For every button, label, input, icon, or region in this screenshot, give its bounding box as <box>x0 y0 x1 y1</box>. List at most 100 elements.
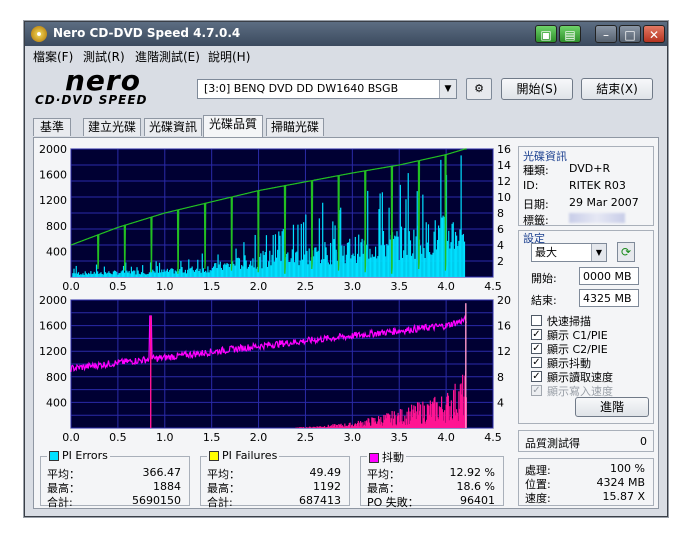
jitter-box: 抖動 平均： 12.92 % 最高： 18.6 % PO 失敗： 96401 <box>360 449 504 509</box>
plot-0-x-tick: 4.5 <box>484 280 502 293</box>
plot-1-y-right-tick: 20 <box>497 294 511 307</box>
show-jitter-checkbox[interactable]: ✓ <box>531 357 542 368</box>
position-value: 4324 MB <box>596 476 645 489</box>
tab-create-disc[interactable]: 建立光碟 <box>83 118 141 136</box>
speed-select-value: 最大 <box>535 246 557 259</box>
end-input[interactable]: 4325 MB <box>579 289 639 307</box>
drive-select[interactable]: [3:0] BENQ DVD DD DW1640 BSGB ▼ <box>197 79 457 99</box>
plot-1-y-right-tick: 12 <box>497 345 511 358</box>
logo-tagline: CD·DVD SPEED <box>35 93 148 107</box>
drive-select-value: [3:0] BENQ DVD DD DW1640 BSGB <box>204 82 399 95</box>
plot-0-y-right-tick: 10 <box>497 191 511 204</box>
show-write-speed-checkbox: ✓ <box>531 385 542 396</box>
jitter-swatch <box>369 453 379 463</box>
speed-value: 15.87 X <box>602 490 645 503</box>
plot-0-y-left-tick: 1600 <box>39 169 67 182</box>
pi-failures-box: PI Failures 平均： 49.49 最高： 1192 合計: 68741… <box>200 449 350 509</box>
disc-date-value: 29 Mar 2007 <box>569 196 639 209</box>
progress-box: 處理: 100 % 位置: 4324 MB 速度: 15.87 X <box>518 458 654 506</box>
plot-0-y-right-tick: 2 <box>497 255 504 268</box>
pi-errors-box: PI Errors 平均： 366.47 最高： 1884 合計: 569015… <box>40 449 190 509</box>
restore-tile-icon[interactable]: ▣ <box>535 25 557 43</box>
plot-0-x-tick: 3.5 <box>390 280 408 293</box>
pi-failures-avg: 49.49 <box>309 466 342 479</box>
save-icon[interactable]: ▤ <box>559 25 581 43</box>
po-failures-label: PO 失敗： <box>367 496 419 509</box>
tab-scan-disc[interactable]: 掃瞄光碟 <box>266 118 324 136</box>
drive-refresh-button[interactable]: ⚙ <box>466 78 492 100</box>
plot-0-x-tick: 4.0 <box>437 280 455 293</box>
speed-label: 速度: <box>525 492 551 505</box>
plot-0-y-right-tick: 12 <box>497 175 511 188</box>
disc-type-value: DVD+R <box>569 162 611 175</box>
maximize-button[interactable]: □ <box>619 25 641 43</box>
plot-0-x-tick: 1.5 <box>203 280 221 293</box>
pi-errors-title: PI Errors <box>62 449 108 462</box>
disc-id-value: RITEK R03 <box>569 179 626 192</box>
show-c2-checkbox[interactable]: ✓ <box>531 343 542 354</box>
end-button[interactable]: 結束(X) <box>581 78 653 100</box>
minimize-button[interactable]: – <box>595 25 617 43</box>
window-title: Nero CD-DVD Speed 4.7.0.4 <box>53 26 241 40</box>
settings-box: 設定 最大 ▼ ⟳ 開始: 0000 MB 結束: 4325 MB 快速掃描 ✓… <box>518 230 654 424</box>
plot-0-x-tick: 1.0 <box>156 280 174 293</box>
plot-1-x-tick: 2.0 <box>250 431 267 444</box>
plot-0-x-tick: 2.5 <box>297 280 315 293</box>
po-failures-value: 96401 <box>460 494 495 507</box>
pi-errors-total-label: 合計: <box>47 496 73 509</box>
pi-errors-swatch <box>49 451 59 461</box>
plot-0-x-tick: 0.0 <box>62 280 80 293</box>
pi-failures-total: 687413 <box>299 494 341 507</box>
menu-test[interactable]: 測試(R) <box>83 48 125 65</box>
quick-scan-checkbox[interactable] <box>531 315 542 326</box>
process-value: 100 % <box>610 462 645 475</box>
speed-select[interactable]: 最大 ▼ <box>531 243 607 262</box>
tab-benchmark[interactable]: 基準 <box>33 118 71 136</box>
plot-0-y-right-tick: 8 <box>497 207 504 220</box>
pi-failures-swatch <box>209 451 219 461</box>
nero-disc-icon <box>31 26 47 42</box>
show-c1-checkbox[interactable]: ✓ <box>531 329 542 340</box>
plot-1-y-right-tick: 16 <box>497 320 511 333</box>
plot-0-y-right-tick: 16 <box>497 143 511 156</box>
tab-disc-quality[interactable]: 光碟品質 <box>203 115 263 137</box>
pi-errors-total: 5690150 <box>132 494 181 507</box>
plot-1-y-left-tick: 1600 <box>39 320 67 333</box>
quality-score-label: 品質測試得 <box>525 437 580 450</box>
plot-1-x-tick: 4.0 <box>437 431 455 444</box>
plot-1-y-left-tick: 2000 <box>39 294 67 307</box>
quality-score-value: 0 <box>640 435 647 448</box>
disc-tag-label: 標籤: <box>523 214 549 227</box>
plot-1-x-tick: 1.5 <box>203 431 221 444</box>
plot-1-y-right-tick: 8 <box>497 371 504 384</box>
start-label: 開始: <box>531 272 557 285</box>
disc-info-box: 光碟資訊 種類: DVD+R ID: RITEK R03 日期: 29 Mar … <box>518 146 654 227</box>
pi-errors-max: 1884 <box>153 480 181 493</box>
plot-1-x-tick: 0.5 <box>109 431 127 444</box>
start-input[interactable]: 0000 MB <box>579 267 639 285</box>
menu-advanced-test[interactable]: 進階測試(E) <box>135 48 200 65</box>
app-window: Nero CD-DVD Speed 4.7.0.4 ▣ ▤ – □ ✕ 檔案(F… <box>24 21 668 517</box>
chevron-down-icon[interactable]: ▼ <box>439 80 456 98</box>
plot-1-y-left-tick: 1200 <box>39 345 67 358</box>
plot-1-x-tick: 0.0 <box>62 431 80 444</box>
advanced-button[interactable]: 進階 <box>575 397 649 417</box>
jitter-title: 抖動 <box>382 451 404 464</box>
menu-help[interactable]: 說明(H) <box>208 48 250 65</box>
tab-disc-info[interactable]: 光碟資訊 <box>144 118 202 136</box>
disc-id-label: ID: <box>523 179 539 192</box>
plot-0-y-left-tick: 800 <box>46 220 67 233</box>
plot-1-x-tick: 3.0 <box>344 431 362 444</box>
refresh-icon[interactable]: ⟳ <box>617 242 635 262</box>
start-button[interactable]: 開始(S) <box>501 78 573 100</box>
jitter-avg: 12.92 % <box>449 466 495 479</box>
disc-type-label: 種類: <box>523 164 549 177</box>
nero-logo: nero CD·DVD SPEED <box>35 64 185 107</box>
show-read-speed-checkbox[interactable]: ✓ <box>531 371 542 382</box>
chevron-down-icon[interactable]: ▼ <box>591 244 606 261</box>
quality-score-box: 品質測試得 0 <box>518 430 654 452</box>
title-bar: Nero CD-DVD Speed 4.7.0.4 ▣ ▤ – □ ✕ <box>25 22 667 46</box>
menu-file[interactable]: 檔案(F) <box>33 48 73 65</box>
close-button[interactable]: ✕ <box>643 25 665 43</box>
drive-icon: ⚙ <box>474 82 484 95</box>
